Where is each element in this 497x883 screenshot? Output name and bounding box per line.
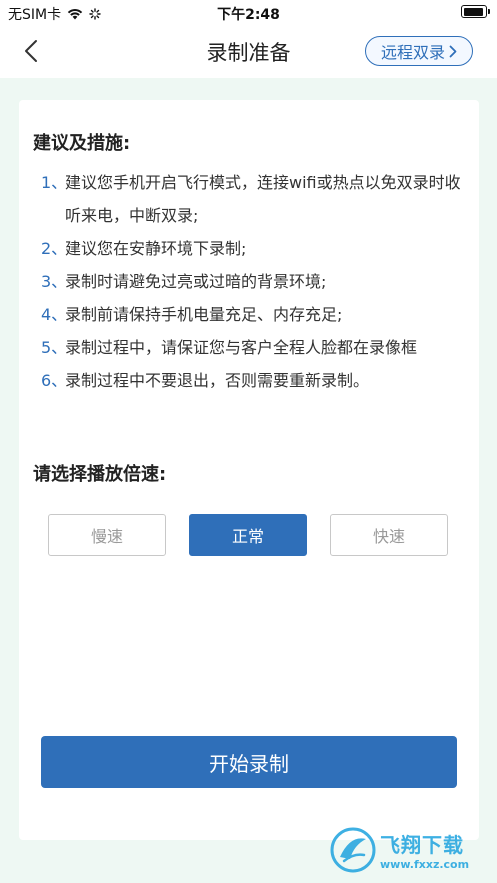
- advice-item: 1、 建议您手机开启飞行模式，连接wifi或热点以免双录时收听来电，中断双录;: [41, 166, 469, 232]
- advice-item-text: 录制前请保持手机电量充足、内存充足;: [65, 305, 343, 324]
- status-right: [461, 5, 490, 18]
- advice-item-text: 录制过程中，请保证您与客户全程人脸都在录像框: [65, 338, 418, 357]
- watermark-name: 飞翔下载: [380, 833, 464, 857]
- advice-item-number: 3、: [41, 272, 68, 291]
- remote-recording-button[interactable]: 远程双录: [365, 36, 473, 66]
- advice-item-text: 建议您在安静环境下录制;: [65, 239, 247, 258]
- advice-item-text: 录制时请避免过亮或过暗的背景环境;: [65, 272, 327, 291]
- speed-fast-button[interactable]: 快速: [330, 514, 448, 556]
- advice-item-number: 6、: [41, 371, 68, 390]
- advice-item: 6、 录制过程中不要退出，否则需要重新录制。: [41, 364, 469, 397]
- status-bar: 无SIM卡 下午2:48: [0, 0, 497, 24]
- status-time: 下午2:48: [217, 7, 280, 23]
- preparation-card: 建议及措施: 1、 建议您手机开启飞行模式，连接wifi或热点以免双录时收听来电…: [19, 100, 479, 840]
- advice-item: 4、 录制前请保持手机电量充足、内存充足;: [41, 298, 469, 331]
- watermark: 飞翔下载 www.fxxz.com: [330, 822, 490, 878]
- advice-item-text: 建议您手机开启飞行模式，连接wifi或热点以免双录时收听来电，中断双录;: [65, 173, 461, 225]
- speed-options: 慢速 正常 快速: [48, 514, 448, 556]
- speed-normal-button[interactable]: 正常: [189, 514, 307, 556]
- speed-slow-button[interactable]: 慢速: [48, 514, 166, 556]
- start-recording-button[interactable]: 开始录制: [41, 736, 457, 788]
- chevron-right-icon: [449, 45, 457, 57]
- advice-list: 1、 建议您手机开启飞行模式，连接wifi或热点以免双录时收听来电，中断双录; …: [41, 166, 469, 397]
- battery-icon: [461, 5, 490, 18]
- remote-recording-label: 远程双录: [380, 43, 445, 62]
- watermark-url: www.fxxz.com: [380, 858, 470, 871]
- advice-item-number: 5、: [41, 338, 68, 357]
- advice-item: 2、 建议您在安静环境下录制;: [41, 232, 469, 265]
- watermark-text: 飞翔下载 www.fxxz.com: [380, 829, 469, 871]
- advice-item: 3、 录制时请避免过亮或过暗的背景环境;: [41, 265, 469, 298]
- advice-title: 建议及措施:: [33, 133, 131, 154]
- advice-item-number: 2、: [41, 239, 68, 258]
- watermark-logo-icon: [330, 827, 376, 873]
- advice-item-text: 录制过程中不要退出，否则需要重新录制。: [65, 371, 370, 390]
- advice-item-number: 4、: [41, 305, 68, 324]
- nav-bar: 录制准备 远程双录: [0, 24, 497, 78]
- advice-item: 5、 录制过程中，请保证您与客户全程人脸都在录像框: [41, 331, 469, 364]
- speed-title: 请选择播放倍速:: [33, 464, 167, 485]
- advice-item-number: 1、: [41, 173, 68, 192]
